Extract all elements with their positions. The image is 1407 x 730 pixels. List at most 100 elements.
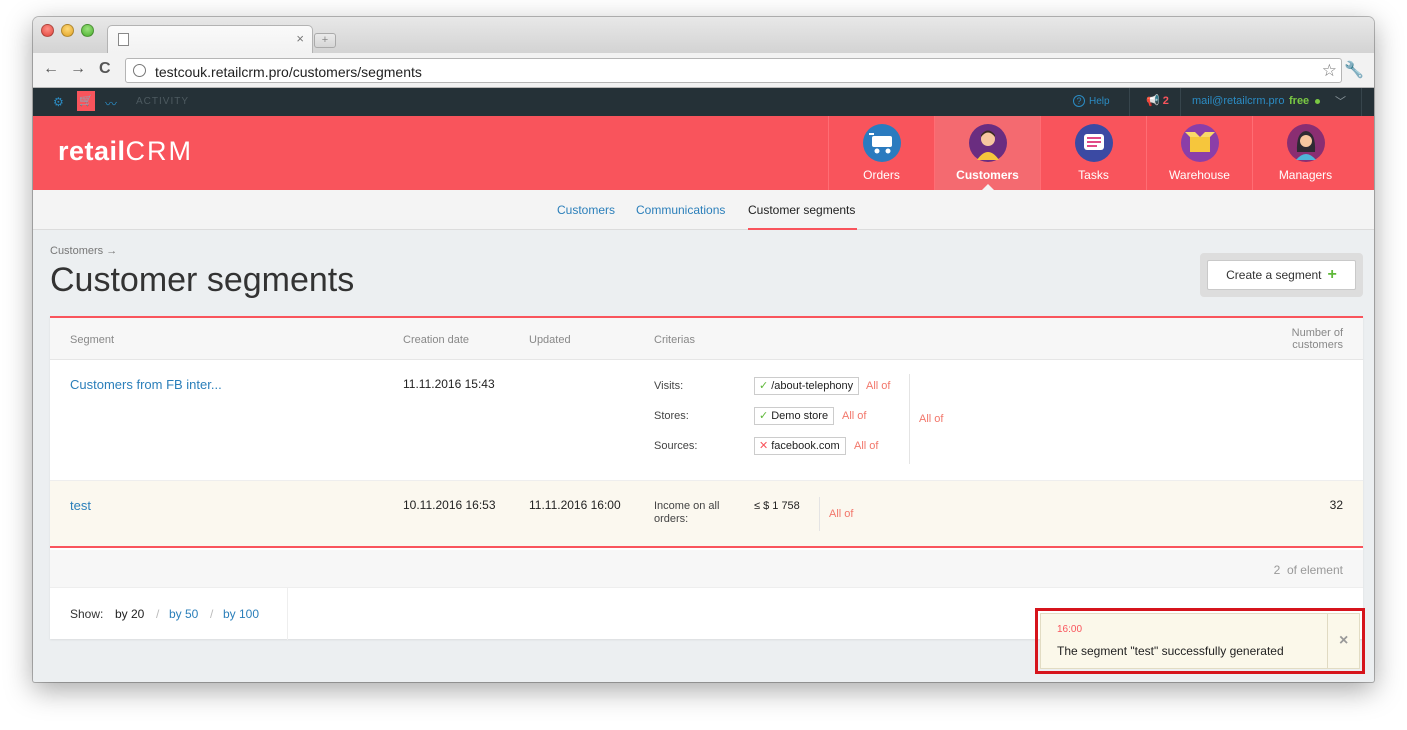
activity-link[interactable]: ACTIVITY bbox=[136, 96, 189, 107]
show-label: Show: bbox=[70, 607, 104, 621]
user-email[interactable]: mail@retailcrm.pro bbox=[1192, 95, 1284, 107]
browser-tab[interactable]: × bbox=[107, 25, 313, 53]
help-label: Help bbox=[1089, 96, 1110, 107]
column-creation-date: Creation date bbox=[403, 334, 470, 346]
page-icon bbox=[118, 33, 129, 46]
criteria-chip: ✓/about-telephony bbox=[754, 377, 860, 395]
tasks-list-icon bbox=[1075, 124, 1113, 162]
total-suffix: of element bbox=[1286, 563, 1343, 577]
subnav-communications[interactable]: Communications bbox=[636, 203, 725, 217]
updated-date: 11.11.2016 16:00 bbox=[529, 498, 621, 512]
app-topbar: ⚙ 🛒 〰 ACTIVITY ? Help 📢 2 mail@retailcrm.p… bbox=[33, 88, 1374, 116]
page-size-50[interactable]: by 50 bbox=[169, 607, 198, 621]
cart-icon[interactable]: 🛒 bbox=[77, 91, 95, 111]
page-size-20[interactable]: by 20 bbox=[115, 607, 144, 621]
help-link[interactable]: ? Help bbox=[1073, 95, 1110, 107]
nav-label: Managers bbox=[1278, 168, 1333, 182]
subnav-customer-segments[interactable]: Customer segments bbox=[748, 203, 855, 217]
group-match-all-of: All of bbox=[829, 508, 854, 520]
page-size-100[interactable]: by 100 bbox=[223, 607, 259, 621]
megaphone-icon: 📢 bbox=[1146, 95, 1160, 107]
browser-window: × + ← → C testcouk.retailcrm.pro/custome… bbox=[33, 17, 1374, 682]
close-icon[interactable]: × bbox=[1339, 632, 1348, 650]
criteria-value: /about-telephony bbox=[771, 380, 854, 392]
toast-message: The segment "test" successfully generate… bbox=[1057, 644, 1284, 658]
wrench-icon[interactable]: 🔧 bbox=[1344, 60, 1364, 80]
bookmark-star-icon[interactable]: ☆ bbox=[1322, 61, 1337, 81]
topbar-divider bbox=[1180, 88, 1181, 116]
nav-label: Tasks bbox=[1078, 168, 1109, 182]
toast-time: 16:00 bbox=[1057, 624, 1083, 635]
page-size-separator: / bbox=[210, 607, 214, 621]
notifications-count: 2 bbox=[1162, 95, 1169, 107]
breadcrumb[interactable]: Customers → bbox=[50, 245, 117, 257]
column-number-of-customers: Number of customers bbox=[1292, 327, 1343, 351]
segment-link[interactable]: test bbox=[70, 498, 91, 513]
sub-navigation: Customers Communications Customer segmen… bbox=[33, 190, 1374, 230]
forward-arrow-icon[interactable]: → bbox=[70, 60, 86, 78]
address-bar[interactable]: testcouk.retailcrm.pro/customers/segment… bbox=[125, 58, 1342, 83]
settings-gear-icon[interactable]: ⚙ bbox=[53, 95, 64, 109]
criteria-group-divider bbox=[819, 497, 820, 531]
criteria-label: Stores: bbox=[654, 410, 689, 422]
column-count-line1: Number of bbox=[1291, 327, 1343, 339]
column-updated: Updated bbox=[529, 334, 571, 346]
browser-toolbar: ← → C testcouk.retailcrm.pro/customers/s… bbox=[33, 53, 1374, 88]
criteria-label: Income on all orders: bbox=[654, 500, 720, 525]
minimize-window-button[interactable] bbox=[61, 24, 74, 37]
column-count-line2: customers bbox=[1292, 339, 1343, 351]
back-arrow-icon[interactable]: ← bbox=[43, 60, 59, 78]
page-size-separator: / bbox=[156, 607, 160, 621]
table-row: Customers from FB inter... 11.11.2016 15… bbox=[50, 360, 1363, 481]
segment-link[interactable]: Customers from FB inter... bbox=[70, 377, 222, 392]
nav-managers[interactable]: Managers bbox=[1252, 116, 1358, 190]
success-toast: 16:00 The segment "test" successfully ge… bbox=[1040, 613, 1360, 669]
reload-icon[interactable]: C bbox=[99, 60, 111, 78]
nav-customers[interactable]: Customers bbox=[934, 116, 1040, 190]
table-footer: 2 of element bbox=[50, 550, 1363, 588]
criteria-label: Visits: bbox=[654, 380, 684, 392]
plan-badge: free bbox=[1289, 95, 1310, 107]
close-window-button[interactable] bbox=[41, 24, 54, 37]
total-count: 2 bbox=[1273, 563, 1281, 577]
help-icon: ? bbox=[1073, 95, 1085, 107]
online-status-dot bbox=[1315, 99, 1320, 104]
notifications-button[interactable]: 📢 2 bbox=[1146, 94, 1169, 107]
nav-warehouse[interactable]: Warehouse bbox=[1146, 116, 1252, 190]
element-count: 2 of element bbox=[1274, 563, 1343, 577]
retailcrm-logo[interactable]: retailCRM bbox=[58, 136, 193, 167]
check-icon: ✓ bbox=[759, 410, 769, 422]
criteria-value: facebook.com bbox=[771, 440, 840, 452]
tab-close-icon[interactable]: × bbox=[296, 31, 304, 46]
new-tab-button[interactable]: + bbox=[314, 33, 336, 48]
browser-titlebar: × + bbox=[33, 17, 1374, 53]
logo-crm: CRM bbox=[125, 136, 194, 166]
subnav-customers[interactable]: Customers bbox=[557, 203, 615, 217]
customer-count: 32 bbox=[1329, 498, 1343, 512]
nav-orders[interactable]: Orders bbox=[828, 116, 934, 190]
manager-avatar-icon bbox=[1287, 124, 1325, 162]
zoom-window-button[interactable] bbox=[81, 24, 94, 37]
create-segment-label: Create a segment bbox=[1226, 268, 1322, 282]
nav-tasks[interactable]: Tasks bbox=[1040, 116, 1146, 190]
criteria-chip: ✓ Demo store bbox=[754, 407, 835, 425]
nav-label: Warehouse bbox=[1169, 168, 1230, 182]
chevron-down-icon[interactable]: ﹀ bbox=[1335, 93, 1346, 109]
topbar-divider bbox=[1129, 88, 1130, 116]
column-segment: Segment bbox=[70, 334, 115, 346]
criteria-value: ≤ $ 1 758 bbox=[754, 500, 800, 512]
plus-icon: + bbox=[1327, 266, 1337, 283]
page-title: Customer segments bbox=[50, 261, 355, 299]
topbar-divider bbox=[1361, 88, 1362, 116]
logo-text: retail bbox=[58, 136, 126, 166]
page-size-selector: Show: by 20 / by 50 / by 100 bbox=[50, 588, 288, 640]
check-icon: ✓ bbox=[759, 380, 769, 392]
criteria-value: Demo store bbox=[771, 410, 829, 422]
shopping-cart-icon bbox=[863, 124, 901, 162]
create-segment-button[interactable]: Create a segment + bbox=[1207, 260, 1356, 290]
toast-divider bbox=[1327, 614, 1328, 668]
active-tab-underline bbox=[748, 228, 857, 230]
analytics-icon[interactable]: 〰 bbox=[105, 95, 117, 112]
group-match-all-of: All of bbox=[919, 413, 944, 425]
app-header: retailCRM Orders Customers Tasks Warehou… bbox=[33, 116, 1374, 190]
